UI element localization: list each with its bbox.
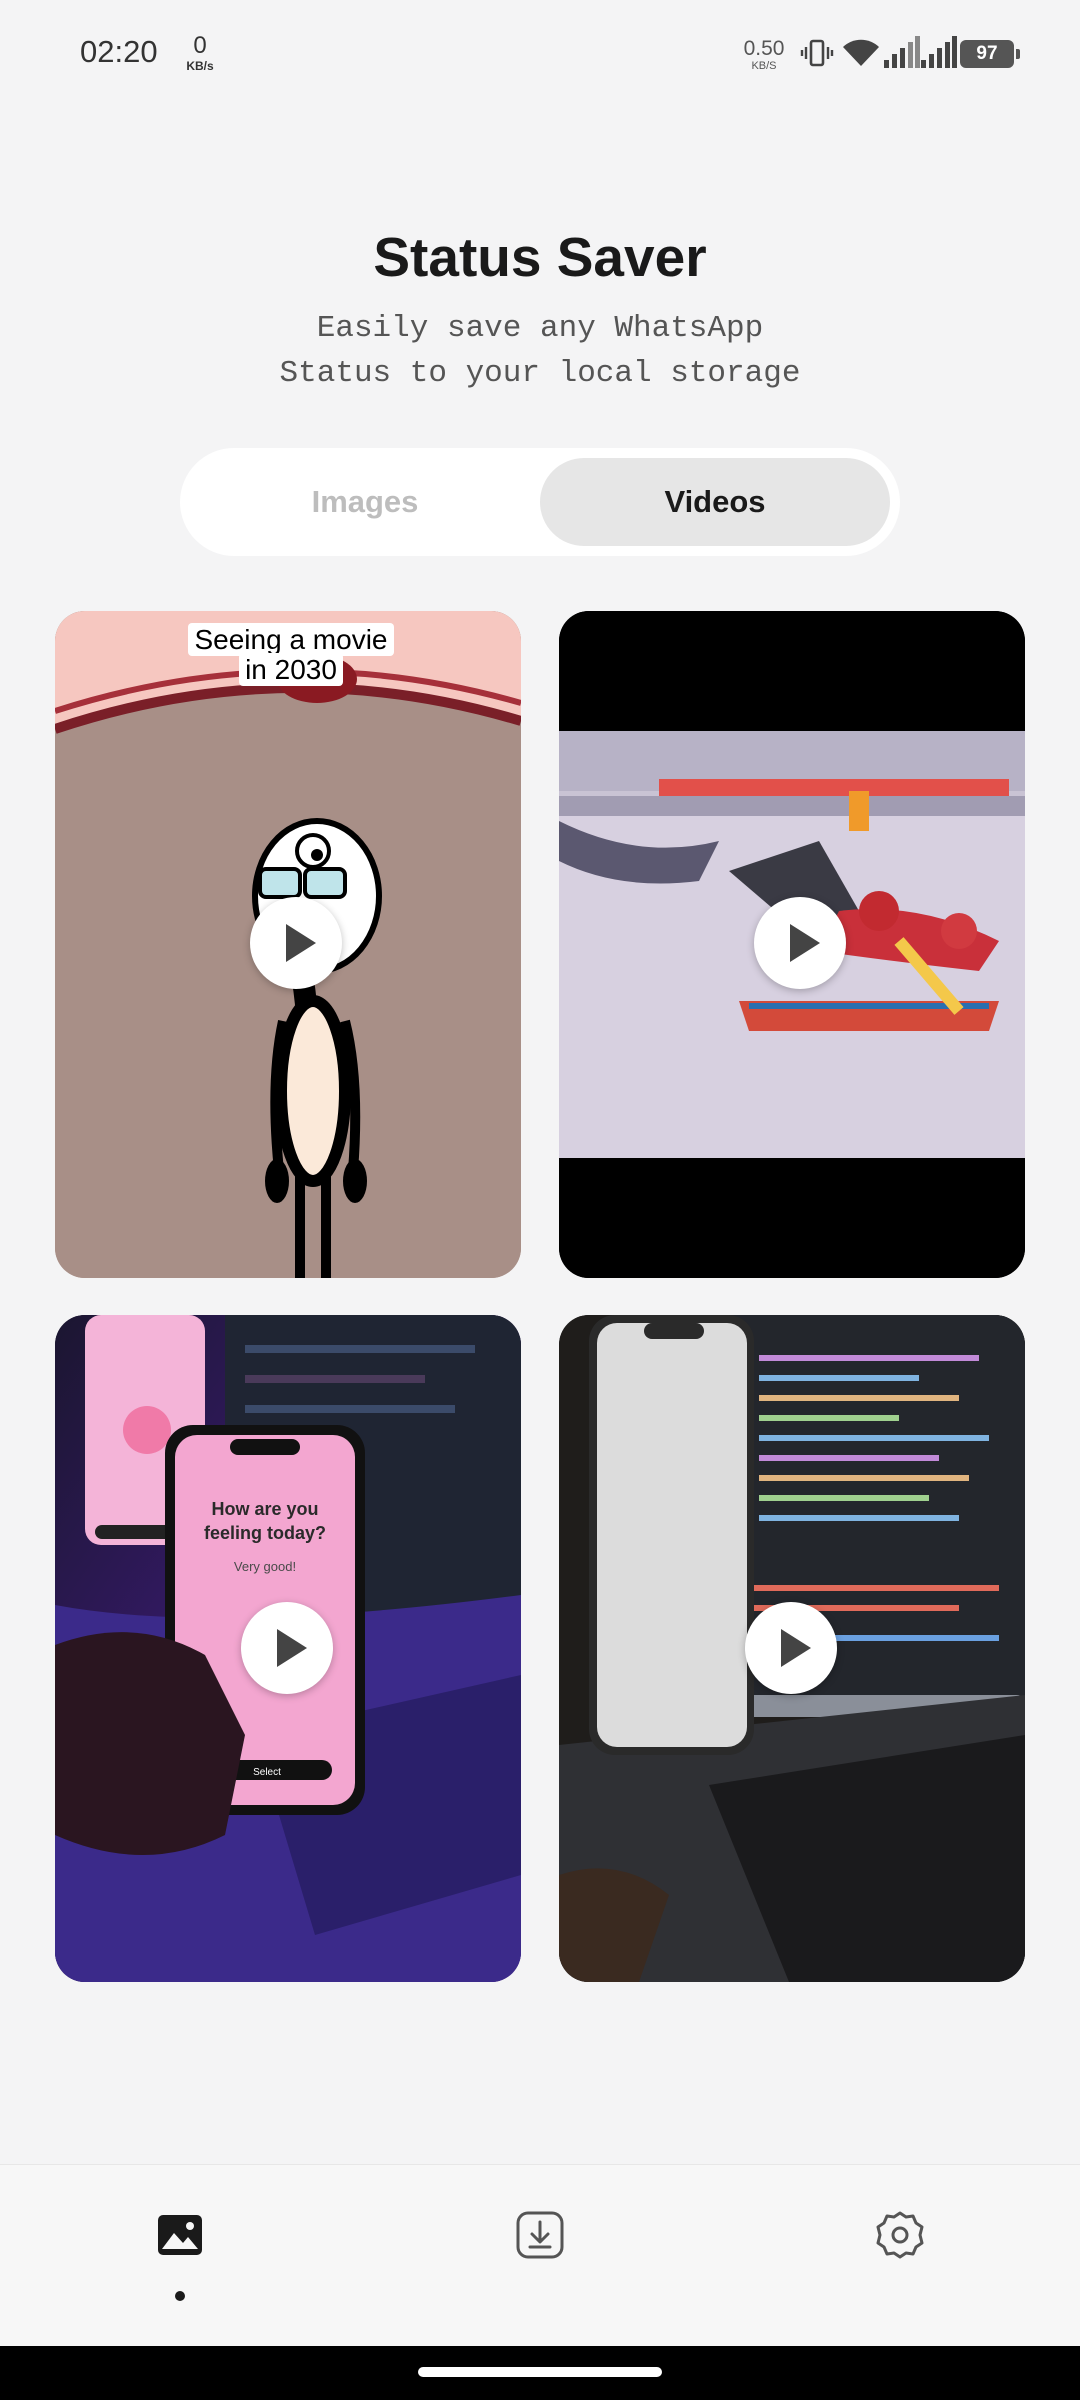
gesture-area bbox=[0, 2346, 1080, 2400]
video-caption: Seeing a movie in 2030 bbox=[180, 623, 402, 686]
vibrate-icon bbox=[800, 39, 834, 67]
video-thumbnail[interactable]: Seeing a movie in 2030 bbox=[55, 611, 521, 1278]
svg-text:Very good!: Very good! bbox=[234, 1559, 296, 1574]
play-icon[interactable] bbox=[250, 897, 342, 989]
play-icon[interactable] bbox=[754, 897, 846, 989]
active-tab-indicator bbox=[175, 2291, 185, 2301]
signal-icon bbox=[884, 36, 920, 68]
home-gesture-bar[interactable] bbox=[418, 2367, 662, 2377]
wifi-icon bbox=[843, 39, 879, 66]
video-caption-text: Seeing a movie in 2030 bbox=[188, 623, 394, 686]
settings-icon[interactable] bbox=[870, 2205, 930, 2265]
video-thumbnail[interactable] bbox=[559, 611, 1025, 1278]
video-thumbnail[interactable]: How are you feeling today? Very good! Se… bbox=[55, 1315, 521, 1982]
network-speed-unit: KB/s bbox=[186, 59, 214, 73]
page-subtitle: Easily save any WhatsApp Status to your … bbox=[279, 311, 801, 391]
network-speed-unit: KB/S bbox=[751, 60, 777, 72]
svg-text:feeling today?: feeling today? bbox=[204, 1523, 326, 1543]
download-icon[interactable] bbox=[510, 2205, 570, 2265]
svg-text:How are you: How are you bbox=[211, 1499, 318, 1519]
status-time: 02:20 bbox=[80, 34, 158, 69]
network-speed-value: 0 bbox=[193, 32, 207, 59]
battery-icon: 97 bbox=[960, 40, 1020, 68]
tab-images[interactable]: Images bbox=[190, 458, 540, 546]
bottom-navigation bbox=[0, 2164, 1080, 2346]
media-type-tabs: Images Videos bbox=[180, 448, 900, 556]
tab-videos[interactable]: Videos bbox=[540, 458, 890, 546]
network-speed-value: 0.50 bbox=[743, 37, 785, 60]
play-icon[interactable] bbox=[241, 1602, 333, 1694]
svg-text:Select: Select bbox=[253, 1767, 281, 1778]
video-thumbnail[interactable] bbox=[559, 1315, 1025, 1982]
page-title: Status Saver bbox=[373, 226, 707, 288]
status-bar: 02:20 0 KB/s 0.50 KB/S 97 bbox=[0, 0, 1080, 110]
network-speed-right: 0.50 KB/S bbox=[738, 38, 790, 72]
gallery-icon[interactable] bbox=[150, 2205, 210, 2265]
play-icon[interactable] bbox=[745, 1602, 837, 1694]
network-speed-left: 0 KB/s bbox=[180, 32, 220, 73]
signal-icon bbox=[921, 36, 957, 68]
